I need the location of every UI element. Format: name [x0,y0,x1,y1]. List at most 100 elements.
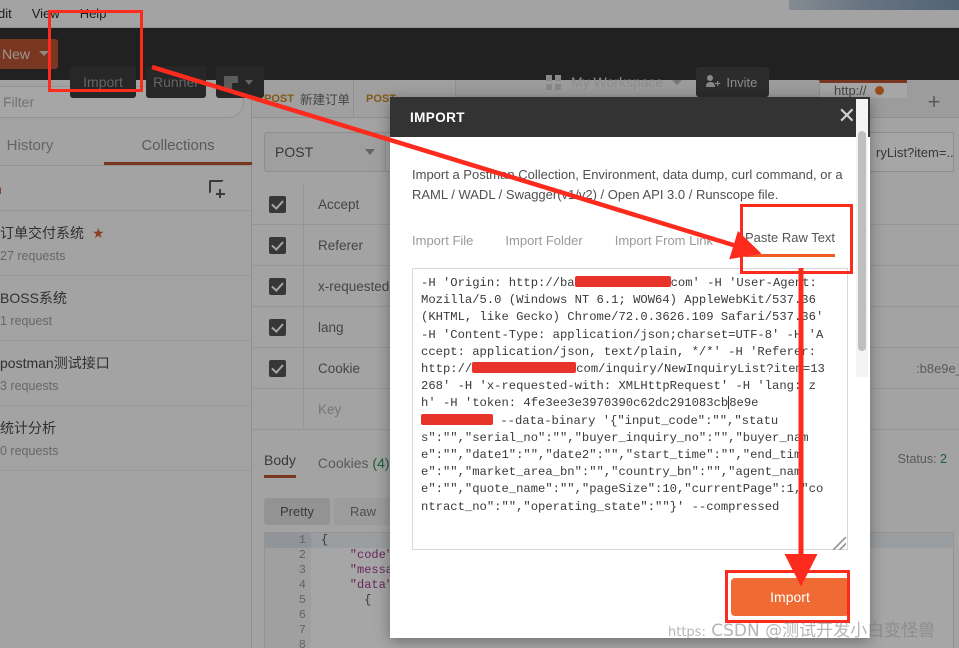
header-checkbox[interactable] [269,401,286,418]
modal-description: Import a Postman Collection, Environment… [412,167,843,202]
line-number: 8 [265,638,311,648]
tab-cookies-label: Cookies [317,455,369,471]
watermark-url: https: [668,625,706,640]
raw-text-input[interactable]: -H 'Origin: http://ba com' -H 'User-Agent… [412,268,848,550]
os-titlebar-gradient [789,0,959,10]
new-tab-button[interactable] [216,66,264,98]
textarea-scrollbar[interactable] [856,99,868,377]
menu-item-edit[interactable]: dit [0,0,22,28]
header-value-tail: :b8e9e_018... [916,360,959,376]
watermark: https: CSDN @测试开发小白变怪兽 [668,616,935,641]
collection-name: BOSS系统 [0,290,67,306]
workspace-label[interactable]: My Workspace [571,74,663,90]
modal-header: IMPORT ✕ [390,97,870,137]
collection-count: 27 requests [0,249,66,263]
header-checkbox[interactable] [269,236,286,254]
url-value-tail: ryList?item=... [876,144,954,160]
chevron-down-icon [365,149,375,155]
line-number: 3 [265,563,311,578]
collection-count: 1 request [0,314,53,328]
collection-name: 统计分析 [0,420,56,436]
method-value: POST [275,144,314,160]
header-checkbox[interactable] [269,277,286,295]
line-text [311,623,321,638]
method-select[interactable]: POST [264,132,386,172]
collection-count: 3 requests [0,379,59,393]
star-icon[interactable]: ★ [92,225,105,242]
chevron-down-icon[interactable] [672,79,683,85]
new-collection-icon[interactable] [209,180,225,198]
invite-button-label: Invite [726,74,758,90]
header-checkbox[interactable] [269,359,286,377]
collection-name: postman测试接口 [0,355,110,371]
tab-paste-raw-text[interactable]: Paste Raw Text [744,230,836,257]
tab-body[interactable]: Body [264,452,296,478]
request-tab-active[interactable]: http:// [819,80,907,98]
import-button[interactable]: Import [70,66,136,98]
import-button-label: Import [83,74,123,90]
text-caret [728,395,730,409]
header-checkbox[interactable] [269,195,286,213]
line-number: 6 [265,608,311,623]
sidebar-tab-collections[interactable]: Collections [104,128,252,165]
line-number: 4 [265,578,311,593]
line-number: 1 [265,533,311,548]
line-text [311,638,321,648]
menu-item-help[interactable]: Help [70,0,117,28]
list-item[interactable]: 统计分析 0 requests [0,406,252,471]
line-number: 7 [265,623,311,638]
filter-placeholder: Filter [3,94,35,110]
sidebar: Filter History Collections h 订单交付系统 ★ 27… [0,80,252,648]
resize-grip[interactable] [833,537,846,550]
new-button[interactable]: New [0,39,58,69]
scrollbar-thumb[interactable] [858,131,866,351]
tab-pretty[interactable]: Pretty [264,498,330,525]
status-value: 2 [940,452,947,466]
chevron-down-icon [39,51,49,56]
line-text: { [321,593,372,607]
status-badge: Status: 2 [898,452,947,466]
line-number: 2 [265,548,311,563]
add-tab-button[interactable]: + [917,87,951,117]
postman-toolbar: New Import Runner My Workspace + Invite [0,28,959,98]
collection-search-row[interactable]: h [0,167,252,211]
sidebar-tab-history[interactable]: History [0,128,104,165]
close-icon[interactable]: ✕ [838,106,856,128]
redaction-bar [421,413,493,425]
tab-cookies-count: (4) [372,455,390,471]
collection-name: 订单交付系统 [0,225,84,241]
runner-button[interactable]: Runner [146,66,206,98]
new-tab-icon [224,75,240,91]
line-text: "data": [321,578,401,592]
tab-import-folder[interactable]: Import Folder [505,233,582,257]
grid-icon [546,74,561,90]
app-root: dit View Help New Import Runner My Works… [0,0,959,648]
new-button-label: New [2,46,31,62]
list-item[interactable]: 订单交付系统 ★ 27 requests [0,211,252,276]
invite-button[interactable]: + Invite [696,67,770,97]
import-submit-button[interactable]: Import [731,578,849,616]
line-text: "messag [321,563,401,577]
watermark-text: CSDN @测试开发小白变怪兽 [711,621,936,641]
request-tab[interactable]: POST 新建订单 [252,80,354,117]
list-item[interactable]: postman测试接口 3 requests [0,341,252,406]
tab-cookies[interactable]: Cookies (4) [318,455,390,478]
tab-import-from-link[interactable]: Import From Link [615,233,713,257]
line-number: 5 [265,593,311,608]
sidebar-tabs: History Collections [0,128,252,166]
response-tab-bar: Body Cookies (4) [264,452,390,478]
tab-raw[interactable]: Raw [333,498,392,525]
page-title: IMPORT [410,109,465,125]
line-text: { [321,533,329,547]
format-tab-bar: Pretty Raw [264,498,392,525]
status-label: Status: [897,452,937,466]
line-text [311,608,321,623]
chevron-down-icon [245,79,253,85]
header-checkbox[interactable] [269,318,286,336]
list-item[interactable]: BOSS系统 1 request [0,276,252,341]
collection-search-value: h [0,181,2,197]
menu-item-view[interactable]: View [22,0,70,28]
collection-list: 订单交付系统 ★ 27 requests BOSS系统 1 request po… [0,211,252,471]
request-tab-name: 新建订单 [299,93,350,107]
tab-import-file[interactable]: Import File [412,233,473,257]
